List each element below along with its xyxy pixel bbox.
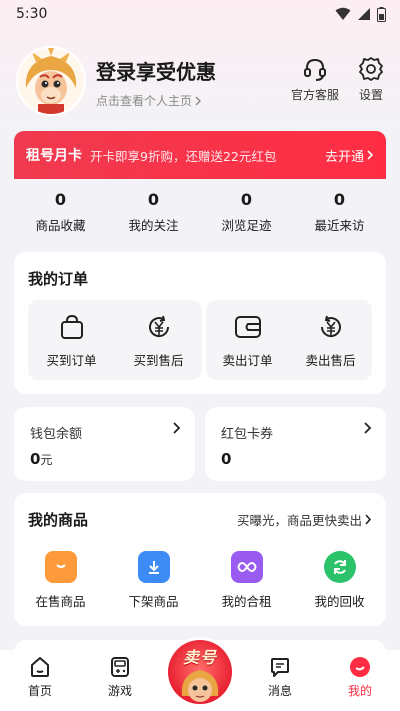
on-sale-goods-button[interactable]: 在售商品 <box>14 551 107 610</box>
settings-label: 设置 <box>358 88 383 102</box>
chevron-right-icon <box>173 422 181 434</box>
tab-games-label: 游戏 <box>107 684 132 698</box>
delisted-goods-button[interactable]: 下架商品 <box>107 551 200 610</box>
wallet-balance-label: 钱包余额 <box>30 427 83 442</box>
tab-messages-label: 消息 <box>267 684 292 698</box>
recycle-label: 我的回收 <box>314 594 365 609</box>
yen-return-icon <box>320 315 341 338</box>
stat-following[interactable]: 0 我的关注 <box>107 190 200 242</box>
wallet-balance-amount: 0元 <box>30 450 52 468</box>
status-time: 5:30 <box>16 6 48 22</box>
boost-exposure-link[interactable]: 买曝光，商品更快卖出 <box>237 510 372 529</box>
login-title[interactable]: 登录享受优惠 <box>96 56 216 85</box>
my-orders-card: 我的订单 买到订单 买到售后 卖出订单 卖出售后 <box>14 252 386 394</box>
monthly-card-desc: 开卡即享9折购，还赠送22元红包 <box>90 148 277 164</box>
stat-value: 0 <box>333 190 346 209</box>
stats-row: 0 商品收藏 0 我的关注 0 浏览足迹 0 最近来访 <box>14 190 386 242</box>
monthly-card-banner[interactable]: 租号月卡 开卡即享9折购，还赠送22元红包 去开通 <box>14 131 386 179</box>
yen-refund-icon <box>148 315 169 338</box>
profile-header: 登录享受优惠 点击查看个人主页 官方客服 设置 <box>0 46 400 116</box>
coupon-card[interactable]: 红包卡券 0 <box>205 407 386 481</box>
coupon-value: 0 <box>221 450 232 468</box>
view-profile-link[interactable]: 点击查看个人主页 <box>96 92 202 109</box>
gamepad-icon <box>111 657 129 677</box>
my-goods-title: 我的商品 <box>28 511 89 529</box>
wallet-icon <box>234 316 261 338</box>
customer-service-button[interactable]: 官方客服 <box>291 56 339 103</box>
stat-label: 浏览足迹 <box>221 218 272 233</box>
tab-mine-label: 我的 <box>347 684 372 698</box>
signal-icon <box>358 8 370 20</box>
view-profile-label: 点击查看个人主页 <box>96 94 193 108</box>
seller-orders-group: 卖出订单 卖出售后 <box>206 300 372 380</box>
avatar[interactable] <box>18 48 84 114</box>
stat-value: 0 <box>147 190 160 209</box>
stat-value: 0 <box>54 190 67 209</box>
message-icon <box>271 658 289 677</box>
stat-label: 我的关注 <box>128 218 179 233</box>
chevron-right-icon <box>195 96 202 105</box>
tab-messages[interactable]: 消息 <box>240 650 320 711</box>
sold-aftersale-label: 卖出售后 <box>305 353 356 368</box>
sold-aftersale-button[interactable]: 卖出售后 <box>289 300 372 380</box>
stat-label: 最近来访 <box>314 218 365 233</box>
monthly-card-title: 租号月卡 <box>26 148 82 164</box>
delisted-goods-label: 下架商品 <box>128 594 179 609</box>
buyer-orders-group: 买到订单 买到售后 <box>28 300 202 380</box>
tab-home-label: 首页 <box>27 684 52 698</box>
battery-icon <box>377 6 386 22</box>
open-card-button[interactable]: 去开通 <box>325 146 374 165</box>
shared-rent-label: 我的合租 <box>221 594 272 609</box>
goods-row: 在售商品 下架商品 我的合租 我的回收 <box>14 551 386 610</box>
download-icon <box>137 551 170 583</box>
gear-icon <box>359 57 383 81</box>
recycle-button[interactable]: 我的回收 <box>293 551 386 610</box>
headset-icon <box>304 58 326 81</box>
chevron-right-icon <box>367 150 374 160</box>
wifi-icon <box>335 7 351 20</box>
sold-orders-button[interactable]: 卖出订单 <box>206 300 289 380</box>
profile-icon <box>350 657 370 677</box>
wallet-balance-value: 0 <box>30 450 41 468</box>
boost-exposure-label: 买曝光，商品更快卖出 <box>236 513 362 528</box>
on-sale-icon <box>44 551 77 583</box>
bought-orders-button[interactable]: 买到订单 <box>28 300 115 380</box>
sold-orders-label: 卖出订单 <box>222 353 273 368</box>
tab-home[interactable]: 首页 <box>0 650 80 711</box>
bought-aftersale-label: 买到售后 <box>133 353 184 368</box>
bought-aftersale-button[interactable]: 买到售后 <box>115 300 202 380</box>
chevron-right-icon <box>365 514 372 525</box>
open-card-label: 去开通 <box>324 149 364 165</box>
shopping-bag-icon <box>60 314 83 339</box>
home-icon <box>31 657 49 677</box>
stat-label: 商品收藏 <box>35 218 86 233</box>
wallet-balance-unit: 元 <box>40 453 53 467</box>
tab-games[interactable]: 游戏 <box>80 650 160 711</box>
avatar-monkey-icon <box>18 48 84 114</box>
coupon-label: 红包卡券 <box>221 427 274 442</box>
infinity-icon <box>230 551 263 583</box>
tab-mine[interactable]: 我的 <box>320 650 400 711</box>
stat-favorites[interactable]: 0 商品收藏 <box>14 190 107 242</box>
shared-rent-button[interactable]: 我的合租 <box>200 551 293 610</box>
stat-history[interactable]: 0 浏览足迹 <box>200 190 293 242</box>
wallet-balance-card[interactable]: 钱包余额 0元 <box>14 407 195 481</box>
chevron-right-icon <box>364 422 372 434</box>
my-orders-title: 我的订单 <box>28 270 89 288</box>
settings-button[interactable]: 设置 <box>358 56 384 103</box>
on-sale-goods-label: 在售商品 <box>35 594 86 609</box>
customer-service-label: 官方客服 <box>291 88 340 102</box>
stat-visitors[interactable]: 0 最近来访 <box>293 190 386 242</box>
stat-value: 0 <box>240 190 253 209</box>
refresh-icon <box>323 551 356 583</box>
sell-account-button[interactable]: 卖号 <box>168 640 232 704</box>
status-bar: 5:30 <box>0 0 400 28</box>
my-goods-card: 我的商品 买曝光，商品更快卖出 在售商品 下架商品 我的合租 我的回收 <box>14 493 386 626</box>
bought-orders-label: 买到订单 <box>46 353 97 368</box>
status-icons <box>335 6 386 22</box>
monkey-mascot-icon <box>181 670 219 702</box>
